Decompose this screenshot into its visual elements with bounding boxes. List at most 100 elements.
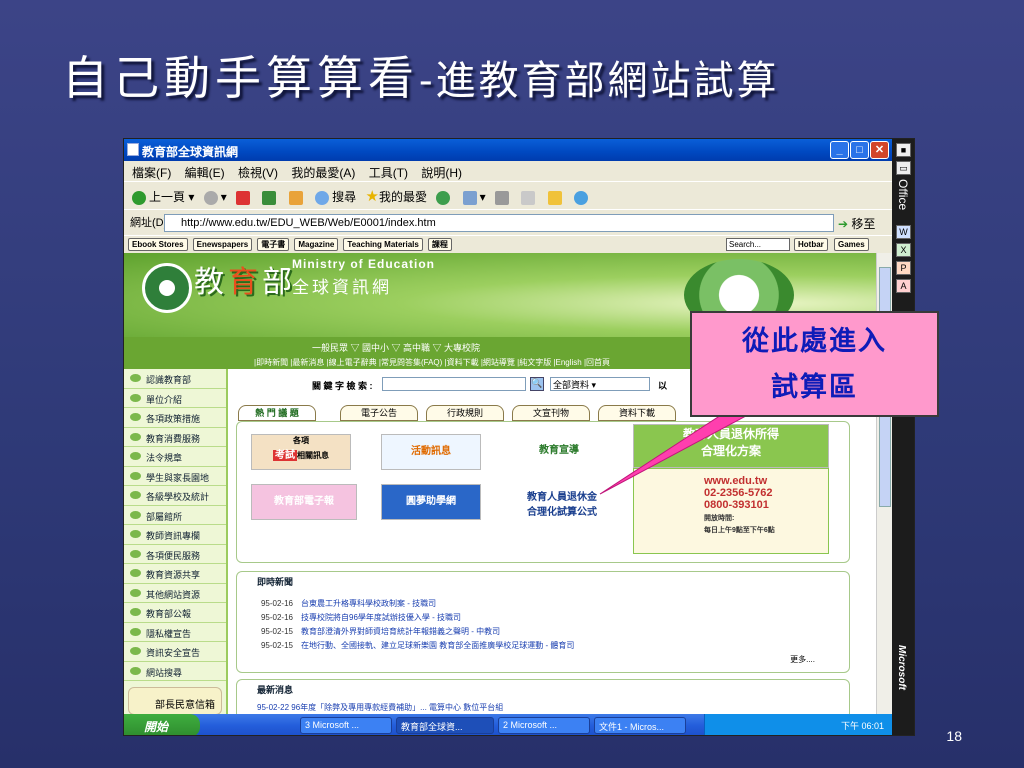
keyword-option[interactable]: 以 <box>658 379 667 392</box>
activity-banner[interactable]: 活動訊息 <box>381 434 481 470</box>
edit-button[interactable] <box>521 190 538 205</box>
retirement-plan-banner[interactable]: 教育人員退休所得 合理化方案 <box>633 424 829 468</box>
quick-links[interactable]: |即時新聞 |最新消息 |線上電子辭典 |常見問答集(FAQ) |資料下載 |網… <box>254 357 610 368</box>
sidebar-item[interactable]: 隱私權宣告 <box>124 623 226 642</box>
news-more-link[interactable]: 更多.... <box>790 654 815 665</box>
edit-icon <box>521 190 536 205</box>
link-enewspapers[interactable]: Enewspapers <box>192 238 253 251</box>
task-button[interactable]: 文件1 - Micros... <box>594 717 686 734</box>
search-label: 搜尋 <box>332 190 357 204</box>
keyword-input[interactable] <box>382 377 526 391</box>
maximize-button[interactable]: □ <box>850 141 869 159</box>
news-date: 95-02-16 <box>260 613 293 622</box>
tab-regulations[interactable]: 行政規則 <box>426 405 504 421</box>
link-courses[interactable]: 課程 <box>427 238 452 251</box>
propaganda-banner[interactable]: 教育宣導 <box>509 434 609 470</box>
link-ebook[interactable]: 電子書 <box>257 238 290 251</box>
exam-info-banner[interactable]: 各項 考試 相關訊息 <box>251 434 351 470</box>
stop-button[interactable] <box>236 190 253 205</box>
folder-icon[interactable]: ▭ <box>896 161 911 175</box>
sidebar-item[interactable]: 教育消費服務 <box>124 428 226 447</box>
links-search-input[interactable]: Search... <box>726 238 790 251</box>
search-button[interactable]: 搜尋 <box>315 188 356 205</box>
task-button[interactable]: 2 Microsoft ... <box>498 717 590 734</box>
messenger-button[interactable] <box>574 190 591 205</box>
info-hours: 每日上午9點至下午6點 <box>704 527 775 534</box>
sidebar-item[interactable]: 各級學校及統計 <box>124 486 226 506</box>
tab-hot-topics[interactable]: 熱 門 議 題 <box>238 405 316 421</box>
go-button[interactable]: ➔ 移至 <box>838 215 875 232</box>
site-logo-sub: 全球資訊網 <box>292 278 392 297</box>
address-input[interactable]: http://www.edu.tw/EDU_WEB/Web/E0001/inde… <box>164 214 834 232</box>
excel-icon[interactable]: X <box>896 243 911 257</box>
close-button[interactable]: ✕ <box>870 141 889 159</box>
link-magazine[interactable]: Magazine <box>294 238 339 251</box>
folder-icon <box>547 190 562 205</box>
mail-button[interactable]: ▾ <box>462 190 486 205</box>
history-button[interactable] <box>436 190 453 205</box>
folder-button[interactable] <box>547 190 565 205</box>
word-icon[interactable]: W <box>896 225 911 239</box>
link-games[interactable]: Games <box>834 238 869 251</box>
menu-favorites[interactable]: 我的最愛(A) <box>291 166 355 180</box>
link-teaching-materials[interactable]: Teaching Materials <box>343 238 423 251</box>
main-content: 關 鍵 字 檢 索 : 🔍 全部資料 ▾ 以 熱 門 議 題 電子公告 行政規則… <box>230 369 876 714</box>
home-button[interactable] <box>288 190 306 205</box>
sidebar-item[interactable]: 部屬館所 <box>124 506 226 525</box>
site-logo-cn[interactable]: 教育部 <box>194 257 296 301</box>
tab-publications[interactable]: 文宣刊物 <box>512 405 590 421</box>
menu-file[interactable]: 檔案(F) <box>132 166 171 180</box>
sidebar-item[interactable]: 網站搜尋 <box>124 662 226 681</box>
menu-view[interactable]: 檢視(V) <box>238 166 278 180</box>
tab-downloads[interactable]: 資料下載 <box>598 405 676 421</box>
link-hotbar[interactable]: Hotbar <box>794 238 828 251</box>
sidebar-item[interactable]: 教育資源共享 <box>124 564 226 584</box>
news-text: 台東農工升格專科學校政制案 - 技職司 <box>301 599 437 608</box>
menu-edit[interactable]: 編輯(E) <box>185 166 225 180</box>
sidebar-item[interactable]: 法令規章 <box>124 447 226 467</box>
refresh-icon <box>262 190 277 205</box>
sidebar-item[interactable]: 資訊安全宣告 <box>124 642 226 662</box>
sidebar-item[interactable]: 學生與家長園地 <box>124 467 226 486</box>
keyword-scope-select[interactable]: 全部資料 ▾ <box>550 377 650 391</box>
sidebar-item[interactable]: 教師資訊專欄 <box>124 525 226 545</box>
keyword-search-icon[interactable]: 🔍 <box>530 377 544 391</box>
menu-help[interactable]: 說明(H) <box>421 166 462 180</box>
sidebar-item[interactable]: 教育部公報 <box>124 603 226 623</box>
news-row[interactable]: 95-02-15 教育部澄清外界對師資培育統計年報錯義之聲明 - 中教司 <box>237 626 837 637</box>
powerpoint-icon[interactable]: P <box>896 261 911 275</box>
sidebar-item[interactable]: 其他網站資源 <box>124 584 226 603</box>
minimize-button[interactable]: _ <box>830 141 849 159</box>
minister-mailbox-link[interactable]: 部長民意信箱 <box>128 687 222 714</box>
sidebar-item[interactable]: 單位介紹 <box>124 389 226 408</box>
forward-button[interactable]: ▾ <box>203 190 227 205</box>
start-button[interactable]: 開始 <box>124 714 200 735</box>
favorites-button[interactable]: ★我的最愛 <box>365 187 426 205</box>
task-button[interactable]: 3 Microsoft ... <box>300 717 392 734</box>
go-arrow-icon: ➔ <box>838 217 849 231</box>
back-button[interactable]: 上一頁 ▾ <box>132 188 194 205</box>
news-date: 95-02-15 <box>260 627 293 636</box>
task-button[interactable]: 教育部全球資... <box>396 717 494 734</box>
menu-tools[interactable]: 工具(T) <box>369 166 408 180</box>
office-menu-icon[interactable]: ■ <box>896 143 911 157</box>
news-row[interactable]: 95-02-16 技專校院將自96學年度試辦技優入學 - 技職司 <box>237 612 837 623</box>
sidebar-item[interactable]: 各項政策措施 <box>124 408 226 428</box>
sidebar-item[interactable]: 各項便民服務 <box>124 545 226 564</box>
epaper-banner[interactable]: 教育部電子報 <box>251 484 357 520</box>
news-row[interactable]: 95-02-16 台東農工升格專科學校政制案 - 技職司 <box>237 598 837 609</box>
dream-aid-banner[interactable]: 圓夢助學網 <box>381 484 481 520</box>
latest-row[interactable]: 95-02-22 96年度「除弊及專用專款經費補助」... 電算中心 數位平台組 <box>257 702 857 713</box>
sidebar-item[interactable]: 認識教育部 <box>124 369 226 389</box>
refresh-button[interactable] <box>262 190 279 205</box>
tab-announcements[interactable]: 電子公告 <box>340 405 418 421</box>
print-button[interactable] <box>495 190 512 205</box>
moe-emblem-icon[interactable] <box>142 263 192 313</box>
mail-icon <box>462 190 477 205</box>
retirement-calc-link[interactable]: 教育人員退休金 合理化試算公式 <box>509 484 615 524</box>
access-icon[interactable]: A <box>896 279 911 293</box>
news-row[interactable]: 95-02-15 在地行動、全國接軌、建立足球新樂園 教育部全面推廣學校足球運動 … <box>237 640 837 651</box>
slide-title: 自己動手算算看-進教育部網站試算 <box>62 42 780 108</box>
link-ebook-stores[interactable]: Ebook Stores <box>128 238 188 251</box>
audience-links[interactable]: 一般民眾 ▽ 國中小 ▽ 高中職 ▽ 大專校院 <box>312 341 480 354</box>
